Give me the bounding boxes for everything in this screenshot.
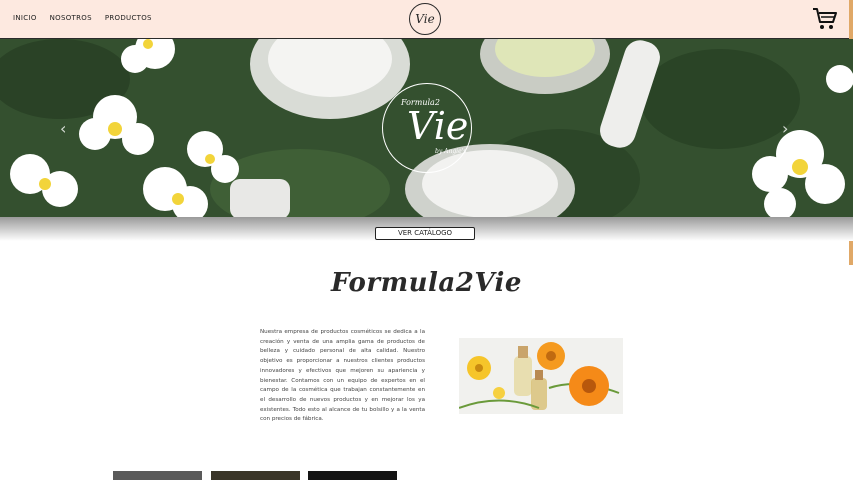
product-thumbnail[interactable] <box>308 471 397 480</box>
carousel-prev-icon[interactable]: ‹ <box>60 119 66 138</box>
nav-link-productos[interactable]: PRODUCTOS <box>105 14 152 22</box>
nav-link-nosotros[interactable]: NOSOTROS <box>50 14 92 22</box>
nav-link-inicio[interactable]: INICIO <box>13 14 37 22</box>
brand-title: Formula2Vie <box>331 268 522 298</box>
hero-carousel: ‹ › Formula2 Vie by Angie's <box>0 39 853 217</box>
brand-logo[interactable]: Vie <box>409 3 441 35</box>
hero-logo-line2: Vie <box>407 104 469 148</box>
product-thumbnail[interactable] <box>113 471 202 480</box>
about-text: Nuestra empresa de productos cosméticos … <box>260 329 425 423</box>
top-navbar: INICIO NOSOTROS PRODUCTOS Vie <box>0 0 853 39</box>
nav-links: INICIO NOSOTROS PRODUCTOS <box>13 14 165 22</box>
hero-logo-line3: by Angie's <box>435 148 467 155</box>
brand-logo-text: Vie <box>415 12 435 26</box>
carousel-next-icon[interactable]: › <box>782 119 788 138</box>
about-image <box>459 338 623 414</box>
ver-catalogo-button[interactable]: VER CATÁLOGO <box>375 227 475 240</box>
hero-logo: Formula2 Vie by Angie's <box>382 83 472 173</box>
cart-icon[interactable] <box>812 7 838 31</box>
product-thumbnail[interactable] <box>211 471 300 480</box>
